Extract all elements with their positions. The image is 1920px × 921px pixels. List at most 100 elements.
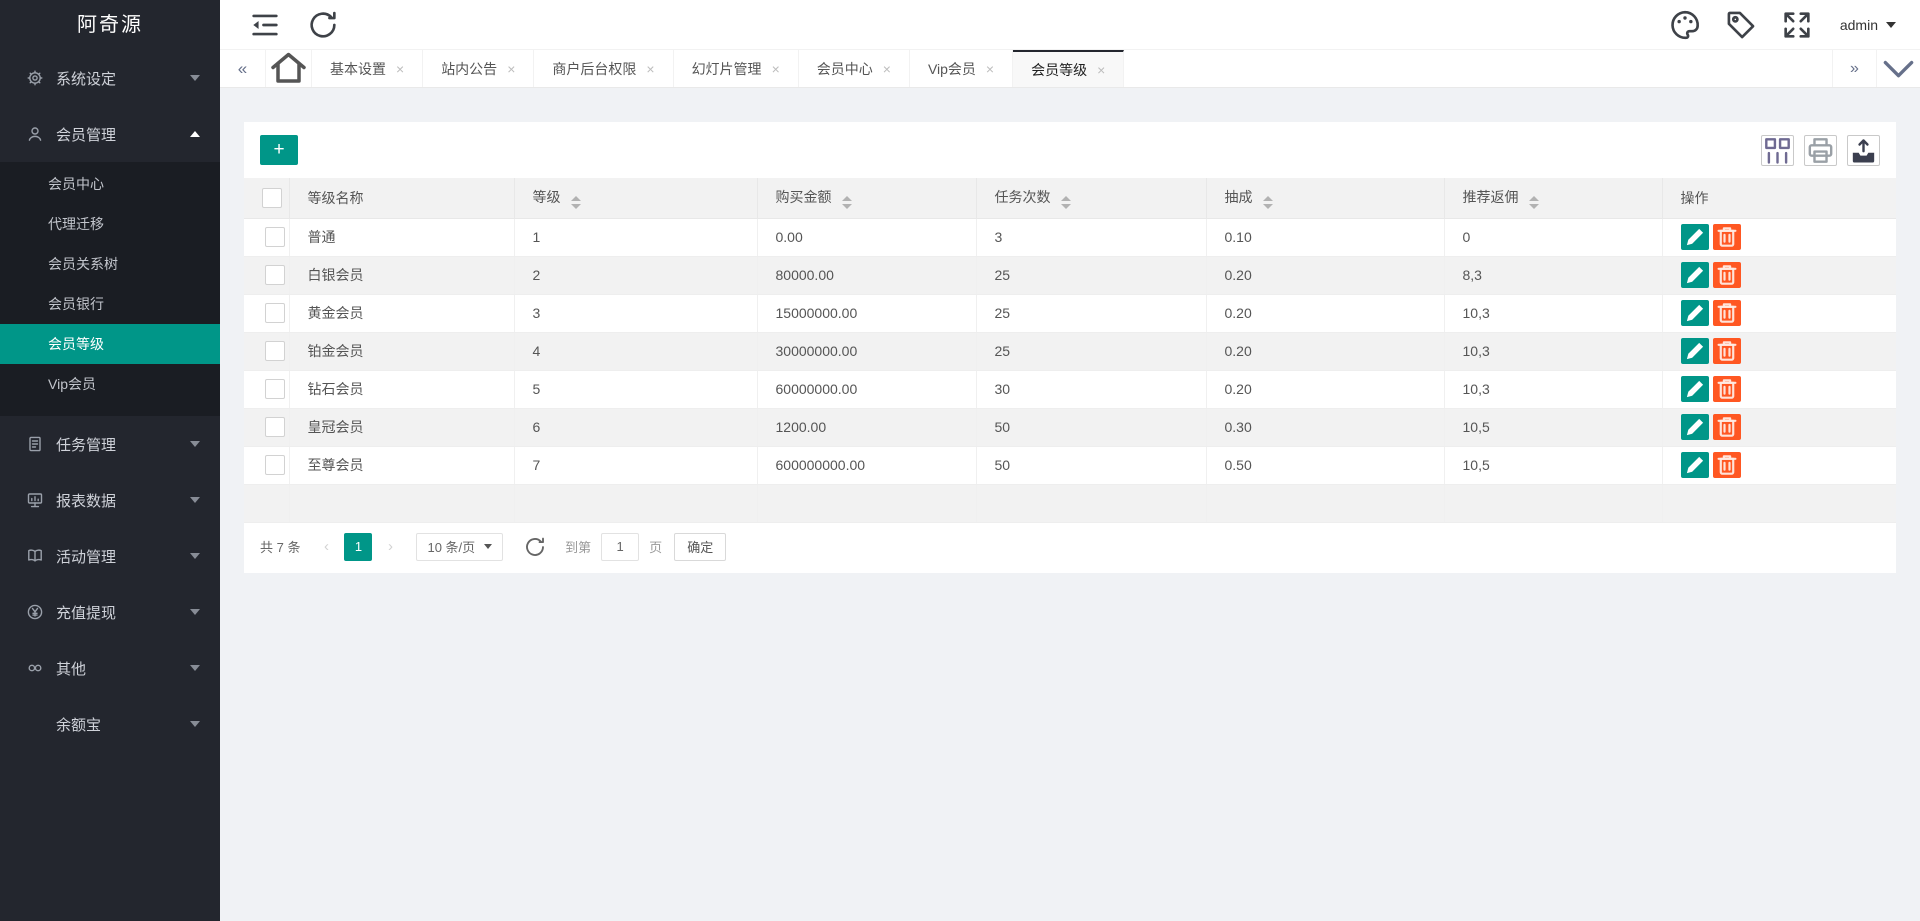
delete-button[interactable] (1713, 262, 1741, 288)
pagination-page-1[interactable]: 1 (344, 533, 372, 561)
print-button[interactable] (1804, 135, 1837, 166)
tab-vip-member[interactable]: Vip会员× (910, 50, 1013, 87)
cell-referral: 10,5 (1444, 446, 1662, 484)
pagination-next-button[interactable]: › (376, 533, 404, 561)
tab-merchant-permissions[interactable]: 商户后台权限× (534, 50, 673, 87)
sort-icon[interactable] (1263, 196, 1273, 209)
edit-button[interactable] (1681, 224, 1709, 250)
delete-button[interactable] (1713, 338, 1741, 364)
close-icon[interactable]: × (646, 61, 654, 77)
sidebar-item-activity-management[interactable]: 活动管理 (0, 528, 220, 584)
sidebar-subitem-member-bank[interactable]: 会员银行 (0, 284, 220, 324)
sort-icon[interactable] (1061, 196, 1071, 209)
cell-commission: 0.20 (1206, 256, 1444, 294)
cell-actions (1662, 332, 1896, 370)
tab-site-notice[interactable]: 站内公告× (423, 50, 534, 87)
fullscreen-button[interactable] (1780, 8, 1814, 42)
chevron-down-icon (190, 75, 200, 81)
topbar-right-icons (1668, 8, 1814, 42)
sidebar-subitem-member-center[interactable]: 会员中心 (0, 164, 220, 204)
sidebar-item-system-settings[interactable]: 系统设定 (0, 50, 220, 106)
sidebar-item-label: 任务管理 (56, 434, 190, 455)
tab-slideshow[interactable]: 幻灯片管理× (674, 50, 799, 87)
goto-confirm-button[interactable]: 确定 (674, 533, 726, 561)
sidebar-item-task-management[interactable]: 任务管理 (0, 416, 220, 472)
menu-fold-button[interactable] (248, 8, 282, 42)
pagination-prev-button[interactable]: ‹ (312, 533, 340, 561)
header-cell-name: 等级名称 (289, 178, 514, 218)
close-icon[interactable]: × (986, 61, 994, 77)
tab-home-button[interactable] (266, 50, 312, 87)
tab-member-center[interactable]: 会员中心× (799, 50, 910, 87)
export-button[interactable] (1847, 135, 1880, 166)
tab-member-level[interactable]: 会员等级× (1013, 50, 1124, 87)
goto-page-input[interactable] (601, 533, 639, 561)
delete-button[interactable] (1713, 414, 1741, 440)
sidebar-item-yuebao[interactable]: 余额宝 (0, 696, 220, 752)
edit-button[interactable] (1681, 262, 1709, 288)
cell-actions (1662, 408, 1896, 446)
delete-button[interactable] (1713, 300, 1741, 326)
sidebar-submenu: 会员中心代理迁移会员关系树会员银行会员等级Vip会员 (0, 162, 220, 416)
sidebar-item-label: 其他 (56, 658, 190, 679)
close-icon[interactable]: × (883, 61, 891, 77)
cell-commission: 0.20 (1206, 332, 1444, 370)
sidebar-subitem-member-level[interactable]: 会员等级 (0, 324, 220, 364)
sidebar-item-report-data[interactable]: 报表数据 (0, 472, 220, 528)
edit-button[interactable] (1681, 452, 1709, 478)
pagination-refresh-button[interactable] (523, 535, 547, 559)
fullscreen-icon (1780, 8, 1814, 42)
sidebar-item-member-management[interactable]: 会员管理 (0, 106, 220, 162)
cell-commission: 0.10 (1206, 218, 1444, 256)
tab-more-button[interactable] (1876, 50, 1920, 87)
add-button[interactable]: + (260, 135, 298, 165)
sidebar-item-other[interactable]: 其他 (0, 640, 220, 696)
tab-scroll-left-button[interactable]: « (220, 50, 266, 87)
theme-button[interactable] (1668, 8, 1702, 42)
admin-dropdown[interactable]: admin (1840, 17, 1896, 33)
sidebar-subitem-agent-migration[interactable]: 代理迁移 (0, 204, 220, 244)
row-checkbox[interactable] (265, 455, 285, 475)
delete-button[interactable] (1713, 376, 1741, 402)
sidebar-item-recharge-withdraw[interactable]: 充值提现 (0, 584, 220, 640)
edit-button[interactable] (1681, 300, 1709, 326)
filter-columns-button[interactable] (1761, 135, 1794, 166)
row-checkbox[interactable] (265, 303, 285, 323)
sort-icon[interactable] (571, 196, 581, 209)
row-checkbox[interactable] (265, 341, 285, 361)
row-checkbox[interactable] (265, 265, 285, 285)
select-all-checkbox[interactable] (262, 188, 282, 208)
home-icon (266, 46, 311, 91)
page-size-select[interactable]: 10 条/页 (416, 533, 503, 561)
refresh-icon (523, 535, 547, 559)
row-actions (1681, 414, 1897, 440)
close-icon[interactable]: × (772, 61, 780, 77)
cell-name: 皇冠会员 (289, 408, 514, 446)
row-checkbox[interactable] (265, 417, 285, 437)
cell-name: 至尊会员 (289, 446, 514, 484)
sort-icon[interactable] (842, 196, 852, 209)
tasks-icon (26, 435, 44, 453)
sort-asc-caret (1529, 196, 1539, 201)
sidebar-subitem-member-tree[interactable]: 会员关系树 (0, 244, 220, 284)
edit-button[interactable] (1681, 376, 1709, 402)
cell-referral: 8,3 (1444, 256, 1662, 294)
tab-basic-settings[interactable]: 基本设置× (312, 50, 423, 87)
delete-button[interactable] (1713, 452, 1741, 478)
content-area: + 等级名称等级购买金额任务次数抽成推荐返佣操作普通10.0030.100白银会… (220, 88, 1920, 921)
close-icon[interactable]: × (1097, 62, 1105, 78)
row-checkbox[interactable] (265, 227, 285, 247)
tag-button[interactable] (1724, 8, 1758, 42)
sort-icon[interactable] (1529, 196, 1539, 209)
close-icon[interactable]: × (396, 61, 404, 77)
refresh-button[interactable] (306, 8, 340, 42)
edit-button[interactable] (1681, 414, 1709, 440)
sidebar-subitem-vip-member[interactable]: Vip会员 (0, 364, 220, 404)
row-checkbox[interactable] (265, 379, 285, 399)
tab-scroll-right-button[interactable]: » (1832, 50, 1876, 87)
chevron-down-icon (190, 441, 200, 447)
filler-cell (757, 484, 976, 522)
close-icon[interactable]: × (507, 61, 515, 77)
edit-button[interactable] (1681, 338, 1709, 364)
delete-button[interactable] (1713, 224, 1741, 250)
